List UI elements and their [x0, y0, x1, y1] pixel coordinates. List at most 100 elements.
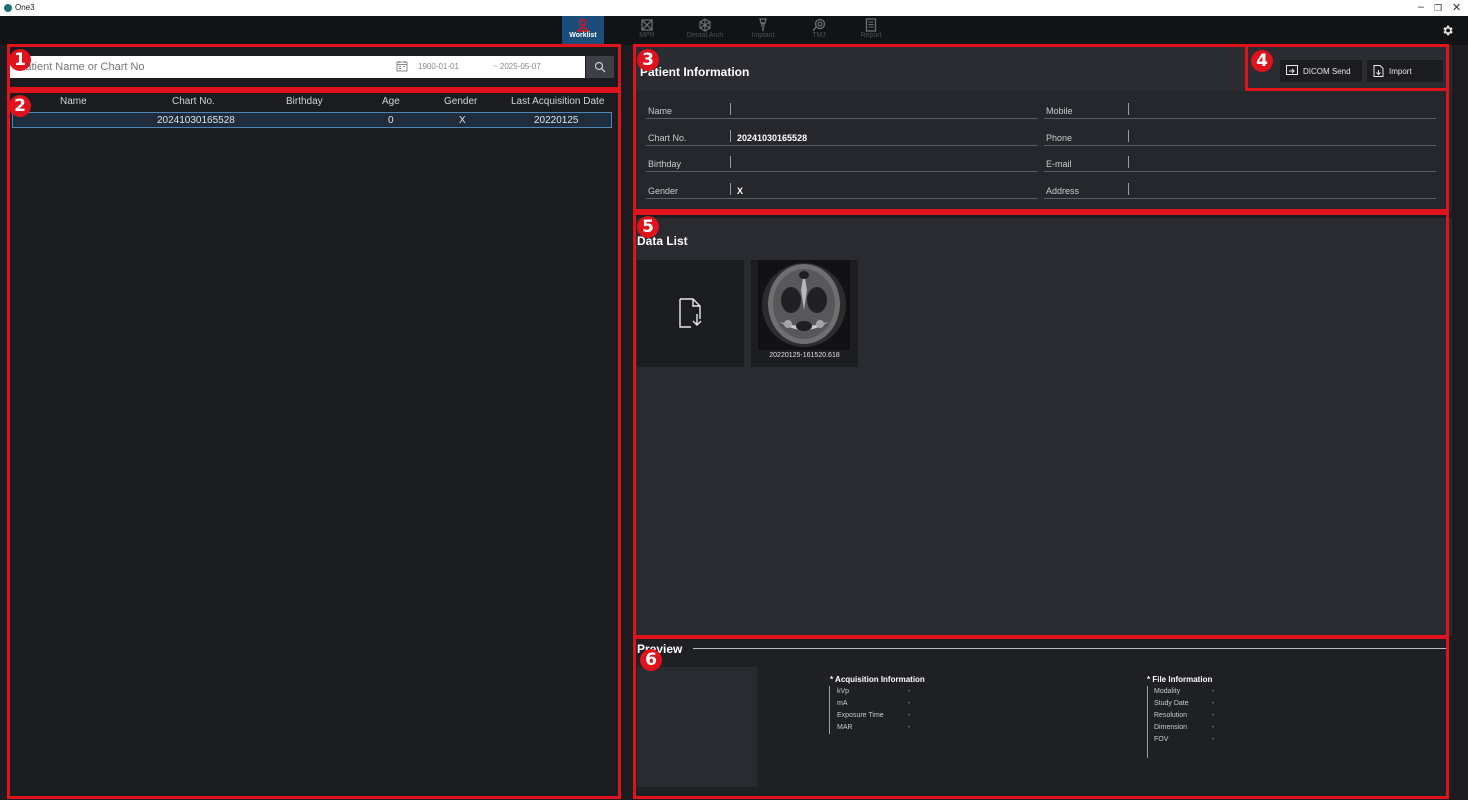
file-label-fov: FOV [1154, 736, 1169, 743]
tab-report-label: Report [860, 32, 882, 39]
file-value-fov: - [1212, 736, 1215, 743]
field-underline [646, 198, 1038, 199]
tab-implant-label: Implant [751, 32, 775, 39]
column-header-last-acquisition[interactable]: Last Acquisition Date [511, 96, 604, 107]
scan-thumbnail-caption: 20220125-161520.618 [769, 352, 840, 359]
field-separator [730, 156, 731, 168]
field-label-gender: Gender [648, 186, 679, 196]
gear-icon[interactable] [1441, 24, 1454, 37]
column-header-chart-no[interactable]: Chart No. [172, 96, 215, 107]
column-header-birthday[interactable]: Birthday [286, 96, 323, 107]
preview-title-divider [693, 648, 1446, 649]
tab-implant[interactable]: Implant [742, 16, 784, 45]
field-underline [1044, 118, 1436, 119]
cell-chart-no: 20241030165528 [157, 115, 235, 126]
close-button[interactable]: ✕ [1452, 1, 1461, 14]
annotation-badge-6: 6 [640, 649, 662, 671]
import-button[interactable]: Import [1367, 60, 1443, 82]
field-value-chart-no[interactable]: 20241030165528 [737, 133, 807, 143]
acq-value-ma: - [908, 700, 911, 707]
field-underline [1044, 171, 1436, 172]
report-icon [865, 18, 877, 32]
annotation-badge-5: 5 [637, 216, 659, 238]
search-icon [594, 61, 606, 73]
acq-value-exposure-time: - [908, 712, 911, 719]
date-to-field[interactable]: ~ 2025-05-07 [493, 62, 541, 71]
field-separator [730, 103, 731, 115]
field-underline [646, 171, 1038, 172]
ct-scan-image [758, 260, 850, 350]
field-underline [646, 145, 1038, 146]
tab-tmj[interactable]: TMJ [798, 16, 840, 45]
file-value-modality: - [1212, 688, 1215, 695]
annotation-badge-1: 1 [9, 49, 31, 71]
file-label-modality: Modality [1154, 688, 1181, 695]
field-underline [1044, 198, 1436, 199]
field-label-chart-no: Chart No. [648, 133, 687, 143]
app-logo-icon [4, 4, 12, 12]
minimize-button[interactable]: – [1418, 1, 1424, 13]
field-underline [1044, 145, 1436, 146]
tab-mpr[interactable]: MPR [626, 16, 668, 45]
tab-mpr-label: MPR [639, 32, 655, 39]
tab-dental-arch[interactable]: Dental Arch [684, 16, 726, 45]
file-value-study-date: - [1212, 700, 1215, 707]
annotation-badge-2: 2 [9, 95, 31, 117]
field-label-birthday: Birthday [648, 159, 682, 169]
dental-arch-icon [699, 18, 711, 32]
import-label: Import [1389, 67, 1412, 76]
tmj-icon [812, 18, 826, 32]
field-separator [1128, 130, 1129, 142]
annotation-badge-3: 3 [637, 49, 659, 71]
tab-dental-arch-label: Dental Arch [686, 32, 724, 39]
tab-worklist-label: Worklist [569, 32, 597, 39]
cell-age: 0 [388, 115, 394, 126]
dicom-send-icon [1286, 65, 1298, 75]
acq-value-kvp: - [908, 688, 911, 695]
field-label-address: Address [1046, 186, 1080, 196]
window-title-bar: One3 – ❐ ✕ [0, 0, 1468, 16]
scan-thumbnail[interactable]: 20220125-161520.618 [751, 260, 858, 367]
date-from-field[interactable]: 1900-01-01 [418, 62, 459, 71]
annotation-badge-4: 4 [1251, 50, 1273, 72]
worklist-panel [7, 45, 620, 798]
worklist-table-header: Name Chart No. Birthday Age Gender Last … [10, 93, 616, 111]
field-label-mobile: Mobile [1046, 106, 1073, 116]
tab-report[interactable]: Report [850, 16, 892, 45]
cell-last-acquisition: 20220125 [534, 115, 579, 126]
column-header-name[interactable]: Name [60, 96, 87, 107]
tab-tmj-label: TMJ [812, 32, 826, 39]
file-value-resolution: - [1212, 712, 1215, 719]
field-label-phone: Phone [1046, 133, 1073, 143]
main-toolbar: Worklist MPR Dental Arch Implant TMJ Rep… [0, 16, 1468, 45]
field-underline [646, 118, 1038, 119]
field-label-name: Name [648, 106, 673, 116]
restore-button[interactable]: ❐ [1434, 3, 1442, 14]
implant-icon [759, 18, 767, 31]
acq-label-exposure-time: Exposure Time [837, 712, 884, 719]
calendar-icon[interactable] [396, 60, 408, 72]
field-separator [1128, 183, 1129, 195]
field-label-email: E-mail [1046, 159, 1072, 169]
worklist-icon [576, 18, 590, 32]
table-row[interactable]: 20241030165528 0 X 20220125 [12, 112, 612, 128]
preview-image [637, 667, 757, 787]
acquisition-info-divider [829, 686, 830, 734]
import-icon [1373, 65, 1384, 77]
file-value-dimension: - [1212, 724, 1215, 731]
dicom-send-button[interactable]: DICOM Send [1280, 60, 1362, 82]
tab-worklist[interactable]: Worklist [562, 16, 604, 45]
import-data-tile[interactable] [637, 260, 744, 367]
search-row: 1900-01-01 ~ 2025-05-07 [10, 56, 614, 80]
search-button[interactable] [586, 56, 614, 78]
file-label-dimension: Dimension [1154, 724, 1188, 731]
field-value-gender[interactable]: X [737, 186, 743, 196]
file-info-divider [1147, 686, 1148, 758]
file-info-title: * File Information [1147, 675, 1213, 684]
acquisition-info-title: * Acquisition Information [830, 675, 925, 684]
column-header-gender[interactable]: Gender [444, 96, 477, 107]
mpr-icon [641, 19, 653, 31]
file-label-study-date: Study Date [1154, 700, 1189, 707]
column-header-age[interactable]: Age [382, 96, 400, 107]
field-separator [730, 130, 731, 142]
